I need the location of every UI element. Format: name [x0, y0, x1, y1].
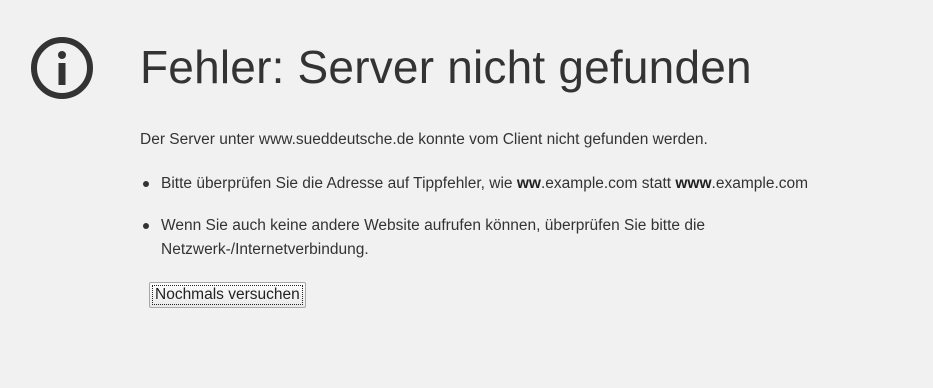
hint-typo-bold-right: www [675, 175, 712, 192]
hint-list: Bitte überprüfen Sie die Adresse auf Tip… [140, 172, 920, 262]
error-page: Fehler: Server nicht gefunden Der Server… [0, 0, 933, 388]
hint-item-typo: Bitte überprüfen Sie die Adresse auf Tip… [140, 172, 881, 196]
info-circle-icon [31, 37, 93, 99]
page-title: Fehler: Server nicht gefunden [140, 41, 752, 93]
hint-network-text: Wenn Sie auch keine andere Website aufru… [161, 217, 706, 258]
hint-typo-middle: .example.com statt [540, 175, 676, 192]
error-content: Der Server unter www.sueddeutsche.de kon… [140, 128, 920, 308]
hint-typo-after: .example.com [711, 175, 809, 192]
hint-item-network: Wenn Sie auch keine andere Website aufru… [140, 214, 881, 262]
hint-typo-bold-wrong: ww [516, 175, 541, 192]
retry-button[interactable]: Nochmals versuchen [149, 282, 306, 308]
hint-typo-before: Bitte überprüfen Sie die Adresse auf Tip… [161, 175, 517, 192]
error-description: Der Server unter www.sueddeutsche.de kon… [140, 131, 708, 148]
